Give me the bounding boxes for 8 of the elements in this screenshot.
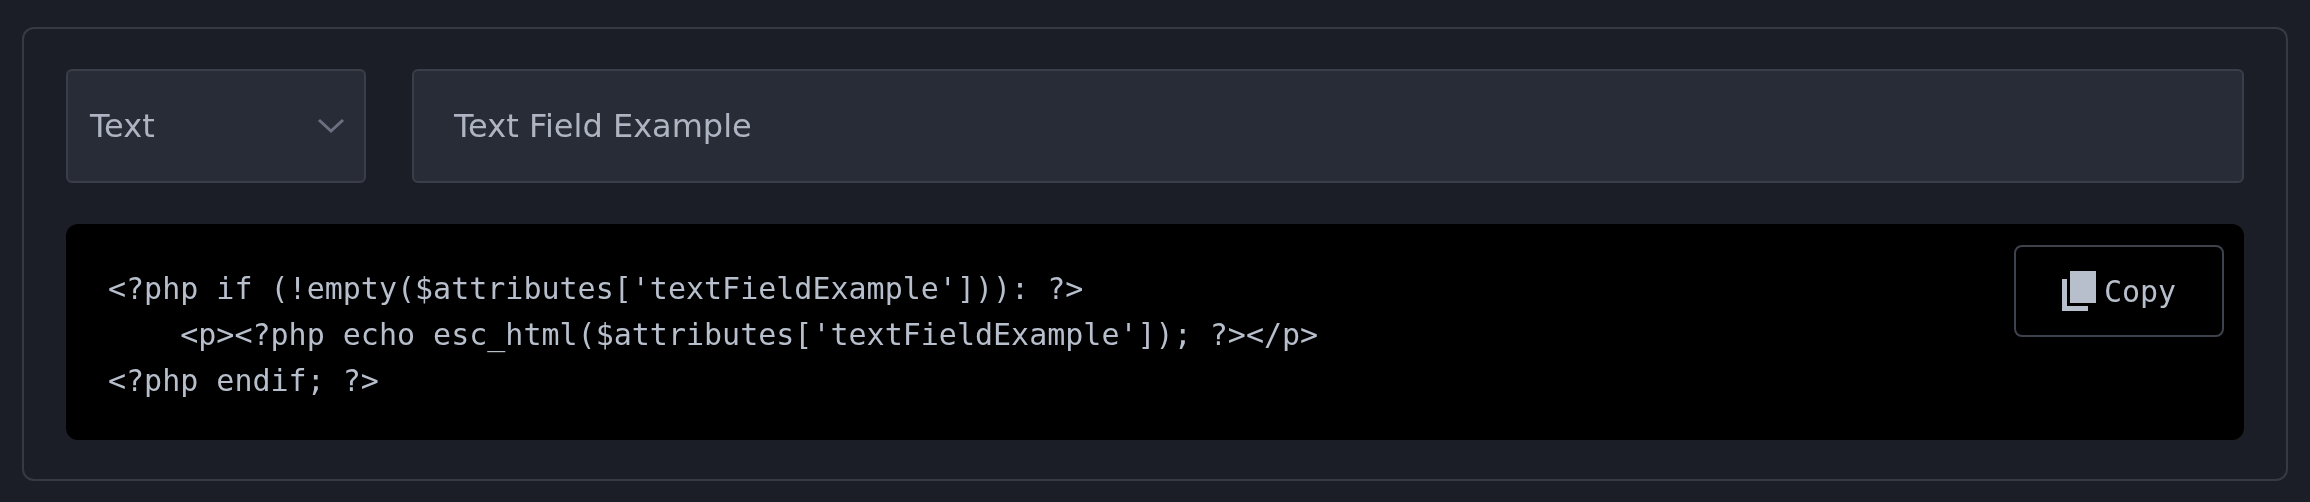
code-line: <?php if (!empty($attributes['textFieldExample'])): ?> (108, 270, 1085, 308)
field-label-input[interactable]: Text Field Example (412, 69, 2244, 183)
field-type-select[interactable]: Text (66, 69, 366, 183)
copy-icon (2061, 271, 2096, 311)
code-line: <p><?php echo esc_html($attributes['textFieldExample']); ?></p> (179, 316, 1319, 355)
chevron-down-icon (316, 117, 346, 135)
code-line: <?php endif; ?> (108, 362, 380, 400)
copy-button[interactable]: Copy (2014, 245, 2224, 337)
